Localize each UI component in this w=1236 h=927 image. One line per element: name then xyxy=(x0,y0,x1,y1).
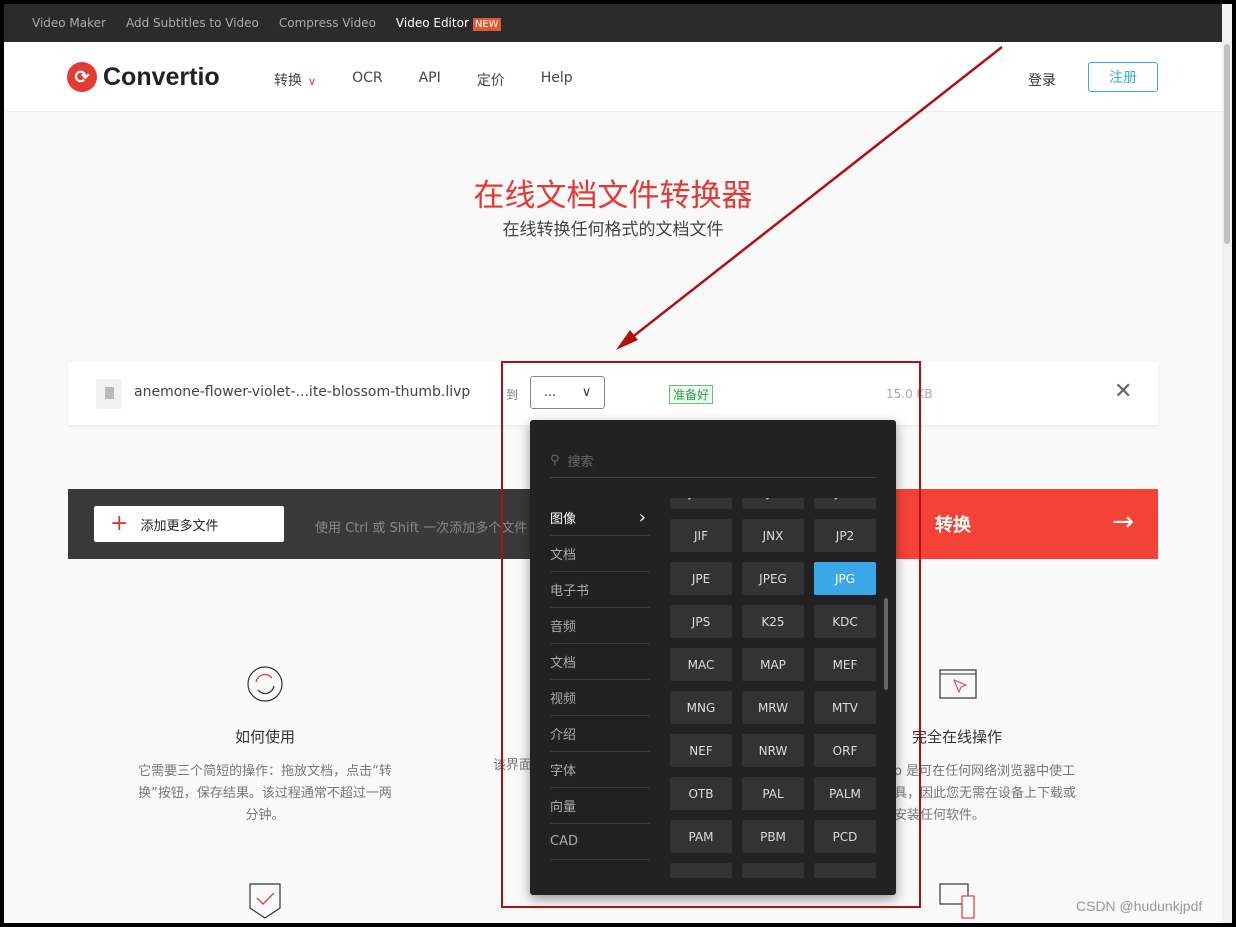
watermark: CSDN @hudunkjpdf xyxy=(1076,898,1203,914)
page: Video Maker Add Subtitles to Video Compr… xyxy=(4,4,1222,923)
scrollbar-thumb[interactable] xyxy=(1224,44,1230,244)
page-scrollbar[interactable] xyxy=(1222,4,1232,923)
annotation-arrow xyxy=(616,46,1003,350)
